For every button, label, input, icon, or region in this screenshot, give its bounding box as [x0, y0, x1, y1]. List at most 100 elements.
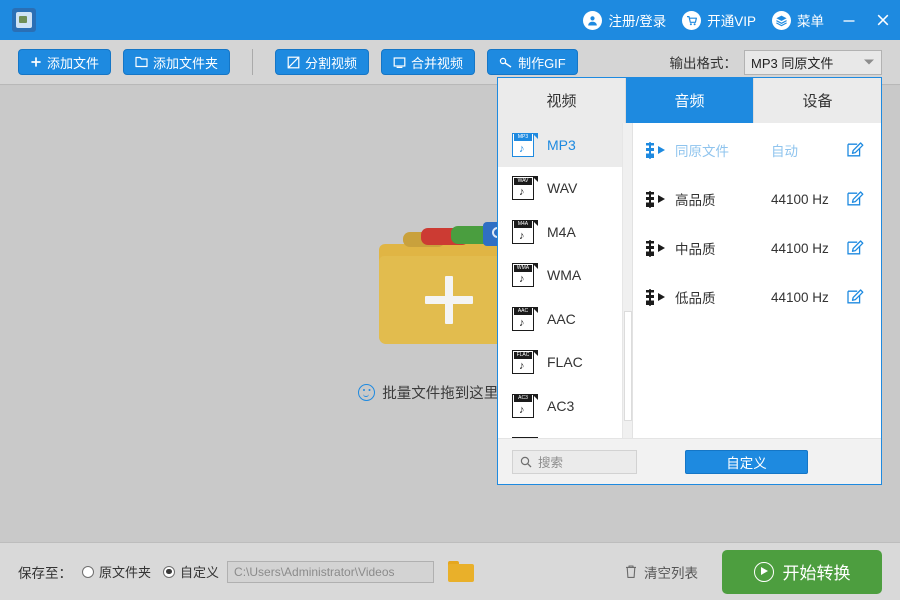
format-item-flac[interactable]: FLAC ♪ FLAC [498, 341, 632, 385]
format-item-label: AAC [547, 310, 576, 327]
make-gif-button[interactable]: 制作GIF [487, 49, 578, 75]
tab-video[interactable]: 视频 [498, 78, 626, 123]
format-item-wav[interactable]: WAV ♪ WAV [498, 167, 632, 211]
film-icon [649, 288, 675, 306]
audio-file-icon: WMA ♪ [512, 263, 538, 288]
quality-row-same-as-source[interactable]: 同原文件 自动 [633, 131, 881, 169]
search-icon [520, 456, 532, 467]
panel-body: MP3 ♪ MP3 WAV ♪ WAV M4A ♪ M4A WMA ♪ WMA … [498, 123, 881, 438]
register-login-button[interactable]: 注册/登录 [575, 6, 674, 34]
radio-original-folder[interactable]: 原文件夹 [82, 562, 151, 581]
add-file-label: 添加文件 [47, 55, 100, 71]
output-format-select[interactable]: MP3 同原文件 [744, 49, 882, 75]
film-icon [649, 239, 675, 257]
open-vip-label: 开通VIP [707, 14, 756, 29]
menu-button[interactable]: 菜单 [764, 6, 832, 34]
tab-audio[interactable]: 音频 [626, 78, 754, 123]
quality-row-medium[interactable]: 中品质 44100 Hz [633, 229, 881, 267]
quality-rate: 44100 Hz [771, 289, 829, 305]
smiley-icon [358, 383, 376, 401]
format-item-label: WMA [547, 267, 582, 284]
search-placeholder: 搜索 [538, 456, 564, 470]
format-item-wma[interactable]: WMA ♪ WMA [498, 254, 632, 298]
audio-file-icon: AC3 ♪ [512, 393, 538, 418]
start-convert-label: 开始转换 [782, 564, 851, 583]
toolbar-divider [252, 49, 254, 75]
gif-link-icon [499, 57, 512, 68]
add-folder-label: 添加文件夹 [153, 55, 219, 71]
format-item-ac3[interactable]: AC3 ♪ AC3 [498, 384, 632, 428]
open-vip-button[interactable]: 开通VIP [674, 6, 764, 34]
app-window: 注册/登录 开通VIP 菜单 添加文件 添加文件夹 分割视频 合并视频 制作GI… [0, 0, 900, 600]
scrollbar-thumb[interactable] [624, 311, 632, 421]
format-item-aac[interactable]: AAC ♪ AAC [498, 297, 632, 341]
quality-name: 低品质 [675, 291, 716, 306]
add-file-button[interactable]: 添加文件 [18, 49, 112, 75]
radio-custom-folder[interactable]: 自定义 [163, 562, 219, 581]
title-bar: 注册/登录 开通VIP 菜单 [0, 0, 900, 40]
merge-video-label: 合并视频 [411, 55, 464, 71]
tab-device-label: 设备 [802, 93, 833, 110]
panel-footer: 搜索 自定义 [498, 438, 881, 484]
plus-icon [31, 57, 41, 67]
audio-file-icon: M4A ♪ [512, 219, 538, 244]
radio-original-folder-label: 原文件夹 [99, 565, 152, 580]
film-icon [649, 141, 675, 159]
save-to-label: 保存至： [18, 565, 72, 581]
format-dropdown-panel: 视频 音频 设备 MP3 ♪ MP3 WAV ♪ WAV M4A ♪ M4A W… [497, 77, 882, 485]
format-list-inner: MP3 ♪ MP3 WAV ♪ WAV M4A ♪ M4A WMA ♪ WMA … [498, 123, 632, 438]
edit-square-icon[interactable] [845, 286, 867, 308]
tab-video-label: 视频 [546, 93, 577, 110]
bottom-bar: 保存至： 原文件夹 自定义 C:\Users\Administrator\Vid… [0, 542, 900, 600]
register-login-label: 注册/登录 [608, 14, 667, 29]
add-folder-button[interactable]: 添加文件夹 [123, 49, 231, 75]
make-gif-label: 制作GIF [518, 55, 566, 71]
clear-list-label: 清空列表 [644, 565, 698, 581]
play-circle-icon [753, 561, 774, 582]
scissors-frame-icon [287, 56, 300, 68]
film-icon [649, 190, 675, 208]
format-item-m4a[interactable]: M4A ♪ M4A [498, 210, 632, 254]
format-item-label: WAV [547, 180, 578, 197]
output-format-value: MP3 同原文件 [751, 55, 834, 71]
quality-name: 同原文件 [675, 144, 729, 159]
edit-square-icon[interactable] [845, 139, 867, 161]
folder-open-icon[interactable] [448, 561, 475, 582]
quality-row-high[interactable]: 高品质 44100 Hz [633, 180, 881, 218]
menu-label: 菜单 [797, 14, 824, 29]
user-circle-icon [583, 10, 603, 30]
chevron-down-icon [864, 59, 874, 65]
format-tabs: 视频 音频 设备 [498, 78, 881, 123]
folder-icon [135, 56, 148, 68]
custom-preset-button[interactable]: 自定义 [685, 449, 808, 474]
trash-icon [626, 565, 636, 578]
clear-list-button[interactable]: 清空列表 [624, 562, 698, 582]
radio-icon-selected [163, 565, 176, 578]
tab-device[interactable]: 设备 [754, 78, 881, 123]
audio-file-icon: AIFF♪ [512, 437, 538, 438]
radio-custom-folder-label: 自定义 [180, 565, 220, 580]
quality-rate: 44100 Hz [771, 191, 829, 207]
merge-video-button[interactable]: 合并视频 [381, 49, 476, 75]
quality-row-low[interactable]: 低品质 44100 Hz [633, 278, 881, 316]
format-item-mp3[interactable]: MP3 ♪ MP3 [498, 123, 632, 167]
search-input[interactable]: 搜索 [512, 449, 637, 474]
app-logo-icon [12, 8, 36, 32]
audio-file-icon: WAV ♪ [512, 176, 538, 201]
split-video-button[interactable]: 分割视频 [275, 49, 370, 75]
format-item-label: M4A [547, 223, 576, 240]
close-button[interactable] [866, 0, 900, 40]
format-list: MP3 ♪ MP3 WAV ♪ WAV M4A ♪ M4A WMA ♪ WMA … [498, 123, 633, 438]
quality-name: 高品质 [675, 193, 716, 208]
format-item-partial[interactable]: AIFF♪ [498, 428, 632, 438]
edit-square-icon[interactable] [845, 188, 867, 210]
format-item-label: FLAC [547, 354, 583, 371]
minimize-button[interactable] [832, 0, 866, 40]
edit-square-icon[interactable] [845, 237, 867, 259]
audio-file-icon: AAC ♪ [512, 306, 538, 331]
output-path-input[interactable]: C:\Users\Administrator\Videos [227, 560, 435, 583]
start-convert-button[interactable]: 开始转换 [722, 549, 882, 594]
minimize-icon [843, 20, 855, 22]
custom-preset-label: 自定义 [726, 455, 767, 471]
format-list-scrollbar[interactable] [622, 123, 632, 438]
